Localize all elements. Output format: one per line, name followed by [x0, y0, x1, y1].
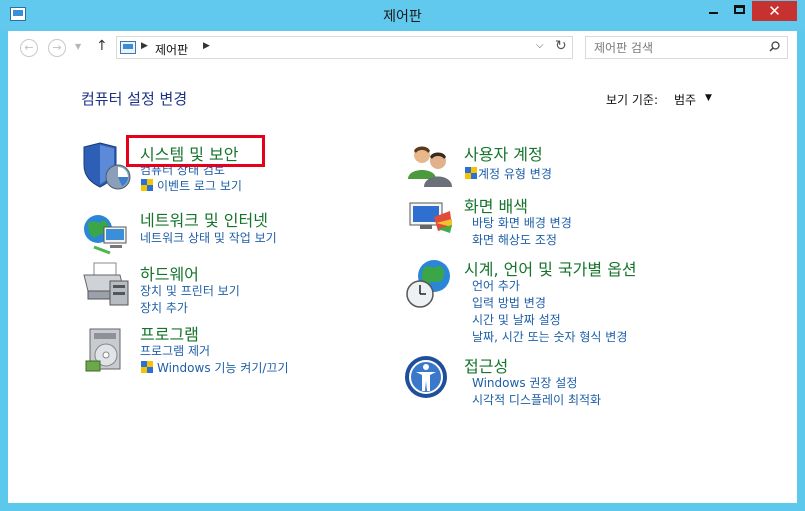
users-icon[interactable] — [404, 141, 458, 195]
link-add-device[interactable]: 장치 추가 — [140, 299, 188, 316]
link-change-desktop-background[interactable]: 바탕 화면 배경 변경 — [472, 214, 572, 231]
link-optimize-visual-display[interactable]: 시각적 디스플레이 최적화 — [472, 391, 601, 408]
view-by-label: 보기 기준: — [606, 93, 659, 107]
breadcrumb-chevron-icon[interactable]: ▶ — [203, 41, 210, 51]
category-clock-language-region: 시계, 언어 및 국가별 옵션 언어 추가 입력 방법 변경 시간 및 날짜 설… — [404, 256, 784, 346]
link-change-account-type[interactable]: 계정 유형 변경 — [478, 165, 552, 182]
search-box[interactable] — [585, 36, 788, 59]
uac-shield-icon — [465, 167, 477, 179]
link-set-time-date[interactable]: 시간 및 날짜 설정 — [472, 311, 561, 328]
window-content: ← → ▼ ↑ ▶ 제어판 ▶ ⌵ ↻ 컴퓨터 설정 변경 보기 기준: 범주 … — [8, 31, 797, 503]
network-icon[interactable] — [80, 207, 134, 261]
uac-shield-icon — [141, 179, 153, 191]
accessibility-icon[interactable] — [404, 353, 458, 407]
view-by-dropdown[interactable]: 범주 — [674, 91, 696, 108]
link-view-event-logs[interactable]: 이벤트 로그 보기 — [157, 177, 242, 194]
minimize-icon — [708, 12, 718, 14]
back-button[interactable]: ← — [20, 39, 38, 57]
search-icon[interactable] — [769, 41, 780, 52]
category-title-network-internet[interactable]: 네트워크 및 인터넷 — [140, 207, 268, 231]
link-adjust-screen-resolution[interactable]: 화면 해상도 조정 — [472, 231, 557, 248]
category-appearance: 화면 배색 바탕 화면 배경 변경 화면 해상도 조정 — [404, 193, 784, 253]
clock-globe-icon[interactable] — [404, 256, 458, 310]
search-input[interactable] — [586, 37, 766, 58]
link-turn-windows-features[interactable]: Windows 기능 켜기/끄기 — [157, 359, 288, 376]
category-user-accounts: 사용자 계정 계정 유형 변경 — [404, 141, 784, 191]
control-panel-icon — [120, 41, 136, 54]
link-uninstall-program[interactable]: 프로그램 제거 — [140, 342, 210, 359]
breadcrumb-control-panel[interactable]: 제어판 — [155, 41, 188, 58]
link-change-input-methods[interactable]: 입력 방법 변경 — [472, 294, 546, 311]
page-title: 컴퓨터 설정 변경 — [81, 90, 188, 108]
close-button[interactable]: ✕ — [752, 1, 797, 21]
printer-icon[interactable] — [80, 257, 134, 311]
breadcrumb-chevron-icon[interactable]: ▶ — [141, 41, 148, 51]
window-title: 제어판 — [383, 9, 422, 25]
link-add-language[interactable]: 언어 추가 — [472, 277, 520, 294]
minimize-button[interactable] — [700, 1, 726, 21]
category-system-security: 시스템 및 보안 컴퓨터 상태 검토 이벤트 로그 보기 — [80, 139, 380, 199]
programs-icon[interactable] — [80, 321, 134, 375]
view-by-chevron-down-icon[interactable]: ▼ — [705, 93, 712, 103]
uac-shield-icon — [141, 361, 153, 373]
address-bar[interactable]: ▶ 제어판 ▶ ⌵ ↻ — [116, 36, 573, 59]
display-icon[interactable] — [404, 193, 458, 247]
navigation-toolbar: ← → ▼ ↑ ▶ 제어판 ▶ ⌵ ↻ — [8, 31, 797, 64]
refresh-button[interactable]: ↻ — [555, 38, 567, 54]
link-change-date-time-number-formats[interactable]: 날짜, 시간 또는 숫자 형식 변경 — [472, 328, 627, 345]
link-windows-recommended-settings[interactable]: Windows 권장 설정 — [472, 374, 577, 391]
category-ease-of-access: 접근성 Windows 권장 설정 시각적 디스플레이 최적화 — [404, 353, 784, 413]
link-review-computer-status[interactable]: 컴퓨터 상태 검토 — [140, 161, 225, 178]
maximize-icon — [733, 5, 745, 14]
category-network-internet: 네트워크 및 인터넷 네트워크 상태 및 작업 보기 — [80, 207, 380, 257]
category-title-user-accounts[interactable]: 사용자 계정 — [464, 141, 543, 165]
shield-icon[interactable] — [80, 139, 134, 193]
maximize-button[interactable] — [726, 1, 752, 21]
category-hardware: 하드웨어 장치 및 프린터 보기 장치 추가 — [80, 257, 380, 317]
title-bar[interactable]: 제어판 ✕ — [0, 0, 805, 31]
up-arrow-button[interactable]: ↑ — [96, 38, 108, 54]
link-view-devices-printers[interactable]: 장치 및 프린터 보기 — [140, 282, 240, 299]
link-view-network-status[interactable]: 네트워크 상태 및 작업 보기 — [140, 229, 277, 246]
recent-locations-chevron-icon[interactable]: ▼ — [75, 42, 81, 51]
category-programs: 프로그램 프로그램 제거 Windows 기능 켜기/끄기 — [80, 321, 380, 391]
address-dropdown-chevron-icon[interactable]: ⌵ — [536, 40, 544, 51]
forward-button[interactable]: → — [48, 39, 66, 57]
